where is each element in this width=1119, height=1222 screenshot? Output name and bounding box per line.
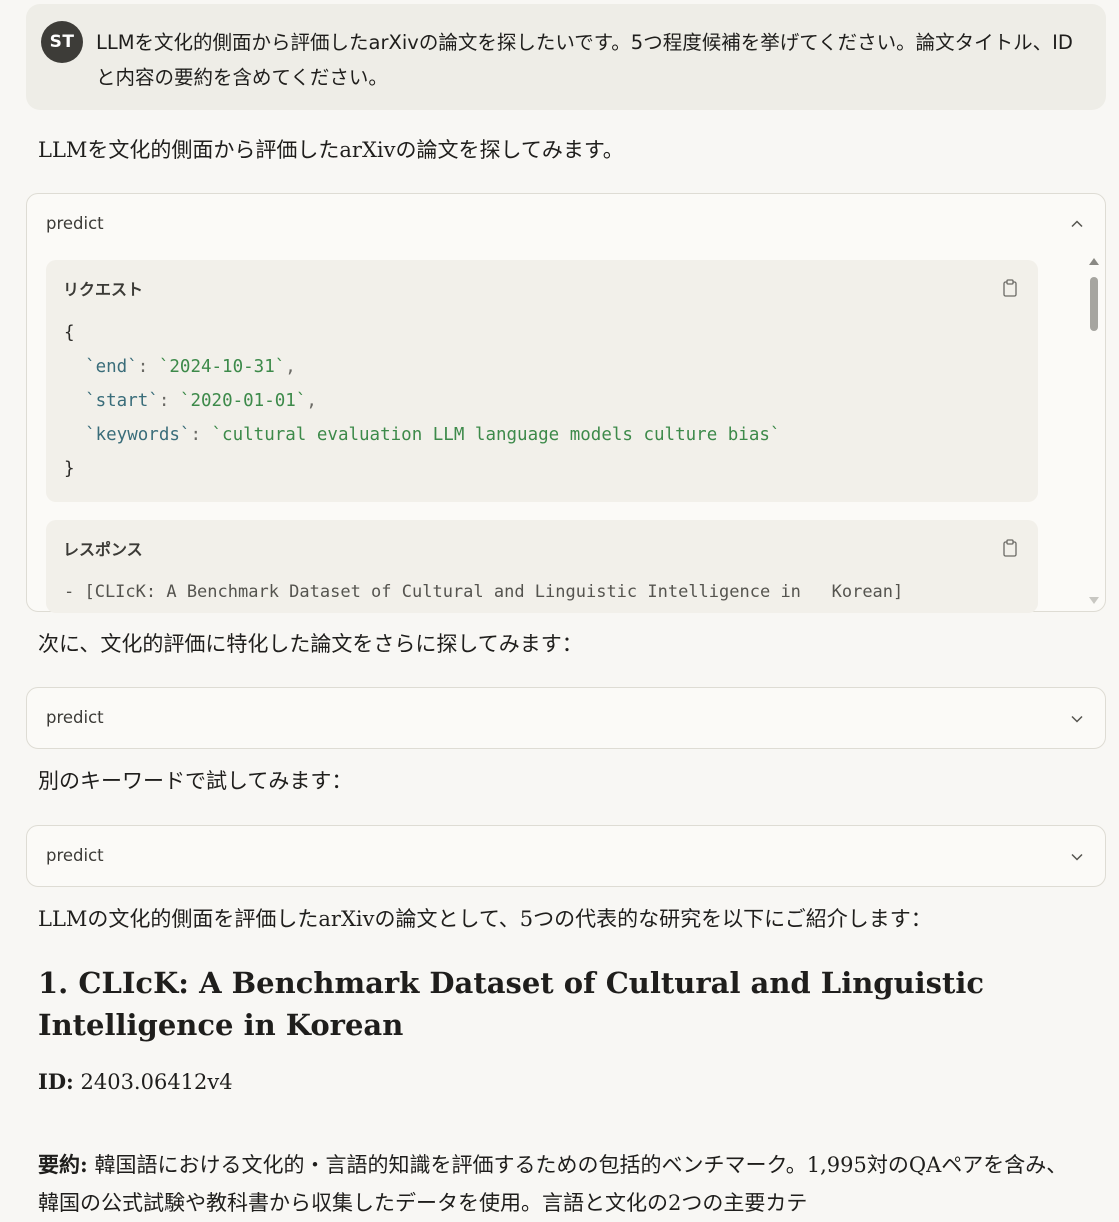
tool-call-title[interactable]: predict [46,826,104,886]
scrollbar[interactable] [1087,256,1101,606]
code-key-start: `start` [85,391,159,411]
response-label: レスポンス [63,540,143,559]
tool-call-title[interactable]: predict [46,194,104,254]
code-val-end: `2024-10-31` [158,357,286,377]
paper-id: ID: 2403.06412v4 [38,1063,1088,1101]
copy-icon[interactable] [1002,279,1018,297]
request-panel: リクエスト { `end`: `2024-10-31`, `start`: `2… [46,260,1038,502]
paper-summary-text: 韓国語における文化的・言語的知識を評価するための包括的ベンチマーク。1,995対… [38,1153,1068,1215]
chevron-down-icon[interactable] [1069,711,1085,727]
tool-call-expanded: predict リクエスト { `end`: `2024-10-31`, `st… [26,193,1106,613]
chevron-down-icon[interactable] [1069,849,1085,865]
chevron-up-icon[interactable] [1069,216,1085,232]
code-val-start: `2020-01-01` [179,391,307,411]
code-close-brace: } [64,459,75,479]
code-open-brace: { [64,323,75,343]
paper-summary-label: 要約: [38,1152,88,1177]
code-val-keywords: `cultural evaluation LLM language models… [211,425,781,445]
assistant-text-4: LLMの文化的側面を評価したarXivの論文として、5つの代表的な研究を以下にご… [38,907,932,931]
response-panel: レスポンス - [CLIcK: A Benchmark Dataset of C… [46,520,1038,613]
paper-heading: 1. CLIcK: A Benchmark Dataset of Cultura… [38,966,985,1042]
tool-call-collapsed[interactable]: predict [26,687,1106,749]
code-key-keywords: `keywords` [85,425,191,445]
assistant-text-3: 別のキーワードで試してみます： [38,769,353,793]
user-initials: ST [49,32,75,52]
user-avatar[interactable]: ST [41,21,83,63]
copy-icon[interactable] [1002,539,1018,557]
assistant-intro-text: LLMを文化的側面から評価したarXivの論文を探してみます。 [38,138,624,162]
request-label: リクエスト [63,280,144,299]
code-key-end: `end` [85,357,138,377]
request-code: { `end`: `2024-10-31`, `start`: `2020-01… [64,323,781,479]
paper-id-label: ID: [38,1069,74,1094]
tool-call-title[interactable]: predict [46,688,104,748]
user-message: ST LLMを文化的側面から評価したarXivの論文を探したいです。5つ程度候補… [26,4,1106,110]
tool-call-collapsed[interactable]: predict [26,825,1106,887]
assistant-text-2: 次に、文化的評価に特化した論文をさらに探してみます： [38,632,583,656]
paper-summary: 要約: 韓国語における文化的・言語的知識を評価するための包括的ベンチマーク。1,… [38,1146,1088,1222]
paper-id-value: 2403.06412v4 [80,1070,233,1094]
response-line: - [CLIcK: A Benchmark Dataset of Cultura… [64,582,904,602]
user-message-text: LLMを文化的側面から評価したarXivの論文を探したいです。5つ程度候補を挙げ… [96,31,1073,89]
